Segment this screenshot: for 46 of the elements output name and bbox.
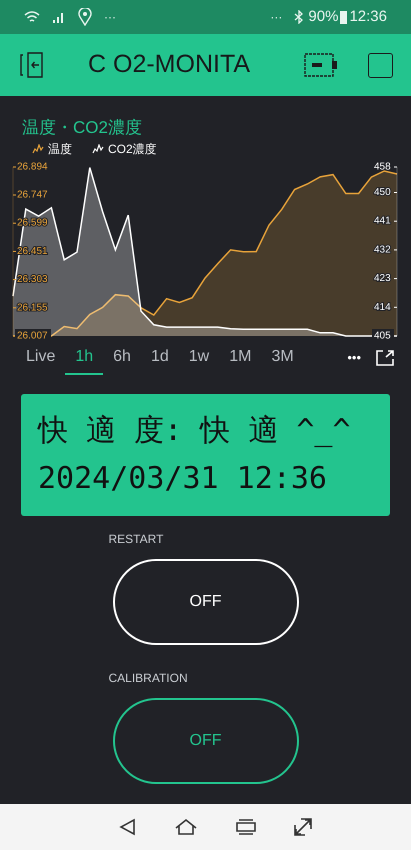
legend-label: 温度 xyxy=(48,141,72,158)
chart-title: 温度・CO2濃度 xyxy=(21,118,143,138)
signal-icon xyxy=(52,11,66,23)
button-label: CALIBRATION xyxy=(108,670,188,687)
range-tab[interactable]: 6h xyxy=(103,341,141,375)
axis-tick-label: 26.894 xyxy=(17,162,48,172)
lcd-line: 2024/03/31 12:36 xyxy=(38,460,328,498)
status-dots: ··· xyxy=(104,9,116,26)
lcd-line: 快 適 度: 快 適 ^_^ xyxy=(38,412,352,450)
range-tab[interactable]: 1d xyxy=(140,341,179,375)
device-icon[interactable] xyxy=(304,52,338,78)
app-title: C O2-MONITA xyxy=(88,49,252,80)
axis-tick-label: 458 xyxy=(374,162,391,172)
location-pin-icon xyxy=(78,8,92,26)
home-icon[interactable] xyxy=(174,817,198,837)
axis-tick-label: 432 xyxy=(374,244,391,256)
resize-icon[interactable] xyxy=(292,817,313,837)
axis-tick-label: 414 xyxy=(374,302,391,313)
range-tab[interactable]: Live xyxy=(16,341,66,375)
axis-tick-label: 450 xyxy=(374,187,391,198)
range-tab[interactable]: 1w xyxy=(178,341,220,375)
axis-tick-label: 441 xyxy=(374,216,391,227)
switch-button[interactable]: OFF xyxy=(112,559,298,645)
recent-apps-icon[interactable] xyxy=(234,818,257,836)
status-dots: ··· xyxy=(270,9,282,26)
range-tab[interactable]: 1h xyxy=(65,341,104,375)
clock-time: 12:36 xyxy=(349,6,387,27)
axis-tick-label: 26.007 xyxy=(17,330,48,342)
line-chart-icon xyxy=(32,144,44,154)
battery-icon xyxy=(340,10,348,24)
more-button[interactable]: ••• xyxy=(347,348,361,368)
axis-tick-label: 26.303 xyxy=(17,274,48,286)
expand-icon[interactable] xyxy=(375,349,395,367)
button-label: RESTART xyxy=(108,531,164,548)
square-button[interactable] xyxy=(368,52,393,78)
wifi-icon xyxy=(24,10,40,24)
battery-percent: 90% xyxy=(308,6,338,27)
axis-tick-label: 26.747 xyxy=(17,190,48,200)
bluetooth-icon xyxy=(294,10,304,24)
axis-tick-label: 423 xyxy=(374,273,391,284)
line-chart-icon xyxy=(92,144,104,154)
legend-label: CO2濃度 xyxy=(108,141,157,158)
range-tab[interactable]: 1M xyxy=(219,341,262,375)
range-tab[interactable]: 3M xyxy=(261,341,304,375)
axis-tick-label: 26.155 xyxy=(17,302,48,314)
switch-button[interactable]: OFF xyxy=(112,698,298,784)
